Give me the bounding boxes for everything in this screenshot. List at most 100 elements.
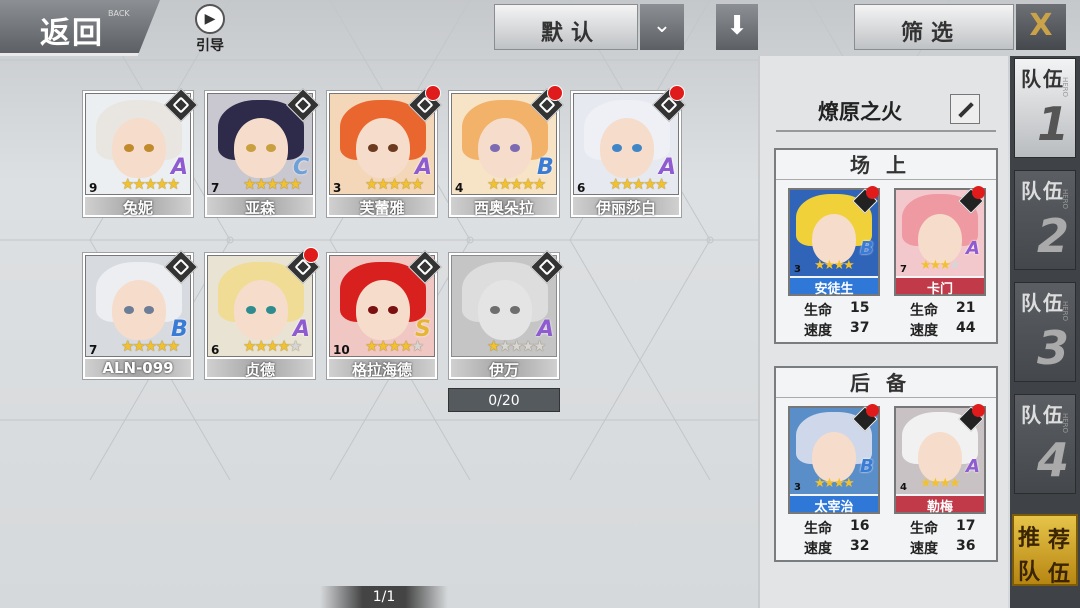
team-tab-1[interactable]: 队伍 HERO 1 <box>1014 58 1076 158</box>
member-level: 7 <box>900 264 907 275</box>
recommend-char: 伍 <box>1048 562 1071 587</box>
back-button[interactable]: 返回 BACK <box>0 0 160 56</box>
recommend-team-button[interactable]: 推荐队伍 <box>1012 514 1078 587</box>
eye-right <box>266 144 276 152</box>
alert-dot <box>669 85 685 101</box>
hp-label: 生命 <box>804 303 832 319</box>
eye-left <box>246 306 256 314</box>
face-shape <box>478 118 532 178</box>
star-rating: ★★★★★ <box>365 175 424 193</box>
eye-left <box>124 144 134 152</box>
recommend-char: 推 <box>1018 526 1041 551</box>
eye-left <box>490 144 500 152</box>
hero-name: ALN-099 <box>85 359 191 377</box>
hero-card[interactable]: C 7 ★★★★★ 亚森 <box>204 88 320 218</box>
tab-number: 1 <box>1037 97 1070 151</box>
hero-card[interactable]: A 6 ★★★★★ 伊丽莎白 <box>570 85 686 218</box>
member-level: 3 <box>794 482 801 493</box>
hero-name: 格拉海德 <box>329 359 435 379</box>
speed-value: 36 <box>956 538 976 554</box>
chevron-down-icon[interactable]: ⌄ <box>640 4 684 50</box>
team-tab-2[interactable]: 队伍 HERO 2 <box>1014 170 1076 270</box>
eye-left <box>124 306 134 314</box>
filter-button[interactable]: 筛选 <box>854 4 1014 50</box>
face-shape <box>478 280 532 340</box>
team-divider <box>776 130 996 132</box>
alert-dot <box>972 404 985 417</box>
guide-button[interactable]: ▶ 引导 <box>188 4 232 54</box>
close-button[interactable]: X <box>1016 4 1066 50</box>
eye-left <box>368 306 378 314</box>
eye-left <box>612 144 622 152</box>
member-name: 卡门 <box>896 278 984 297</box>
speed-value: 32 <box>850 538 870 554</box>
hero-card[interactable]: B 4 ★★★★★ 西奥朵拉 <box>448 85 564 218</box>
team-tab-4[interactable]: 队伍 HERO 4 <box>1014 394 1076 494</box>
grade-badge: B <box>860 456 874 477</box>
alert-dot <box>425 85 441 101</box>
hero-card[interactable]: B 7 ★★★★★ ALN-099 <box>82 250 198 380</box>
sort-dropdown[interactable]: 默认 <box>494 4 638 50</box>
hp-label: 生命 <box>910 521 938 537</box>
eye-left <box>490 306 500 314</box>
star-rating: ★★★★ <box>920 258 961 273</box>
star-rating: ★★★★★ <box>243 337 302 355</box>
class-glyph <box>416 258 434 276</box>
tab-number: 3 <box>1037 321 1070 375</box>
face-shape <box>356 118 410 178</box>
team-name: 燎原之火 <box>818 100 902 124</box>
speed-stat: 速度 36 <box>910 538 975 558</box>
hero-card[interactable]: A 9 ★★★★★ 兔妮 <box>82 88 198 218</box>
face-shape <box>812 432 856 482</box>
hero-level: 6 <box>211 343 220 357</box>
hero-level: 9 <box>89 181 98 195</box>
edit-icon[interactable] <box>950 94 980 124</box>
hero-level: 3 <box>333 181 342 195</box>
star-rating: ★★★★ <box>814 258 855 273</box>
team-member-card[interactable]: B 3 ★★★★ 安徒生 <box>788 186 880 297</box>
face-shape <box>356 280 410 340</box>
reserve-section: 后备 B 3 ★★★★ 太宰治 生命 16 速度 32 A 4 ★★★★ 勒梅 生命 17 速度 36 <box>774 366 998 562</box>
team-member-card[interactable]: A 4 ★★★★ 勒梅 <box>894 404 986 515</box>
hero-name: 兔妮 <box>85 197 191 217</box>
speed-value: 37 <box>850 320 870 336</box>
face-shape <box>600 118 654 178</box>
close-icon: X <box>1029 8 1053 43</box>
hero-card[interactable]: A 6 ★★★★★ 贞德 <box>204 247 320 380</box>
eye-right <box>510 306 520 314</box>
team-member-card[interactable]: A 7 ★★★★ 卡门 <box>894 186 986 297</box>
speed-label: 速度 <box>804 323 832 339</box>
hero-level: 7 <box>211 181 220 195</box>
hero-card[interactable]: S 10 ★★★★★ 格拉海德 <box>326 250 442 380</box>
face-shape <box>234 280 288 340</box>
hp-stat: 生命 21 <box>910 300 975 320</box>
tab-label: 队伍 <box>1021 403 1065 427</box>
hp-stat: 生命 15 <box>804 300 869 320</box>
member-name: 太宰治 <box>790 496 878 515</box>
hero-select-screen: { "topbar": { "back_label": "返回", "back_… <box>0 0 1080 608</box>
alert-dot <box>303 247 319 263</box>
tab-hero-tag: HERO <box>1061 76 1070 98</box>
tab-number: 4 <box>1037 433 1070 487</box>
hero-card[interactable]: A 3 ★★★★★ 芙蕾雅 <box>326 85 442 218</box>
member-name: 安徒生 <box>790 278 878 297</box>
tab-number: 2 <box>1037 209 1070 263</box>
eye-right <box>510 144 520 152</box>
hero-name: 芙蕾雅 <box>329 197 435 217</box>
star-rating: ★★★★ <box>814 476 855 491</box>
hp-label: 生命 <box>910 303 938 319</box>
team-tab-3[interactable]: 队伍 HERO 3 <box>1014 282 1076 382</box>
speed-label: 速度 <box>804 541 832 557</box>
recommend-char: 队 <box>1018 560 1041 585</box>
speed-value: 44 <box>956 320 976 336</box>
eye-left <box>368 144 378 152</box>
alert-dot <box>547 85 563 101</box>
hero-card[interactable]: A ★★★★★ 伊万 <box>448 250 564 380</box>
class-glyph <box>538 258 556 276</box>
play-icon: ▶ <box>195 4 225 34</box>
team-member-card[interactable]: B 3 ★★★★ 太宰治 <box>788 404 880 515</box>
eye-left <box>246 144 256 152</box>
face-shape <box>918 214 962 264</box>
sort-direction-icon[interactable]: ⬇ <box>716 4 758 50</box>
hero-level: 7 <box>89 343 98 357</box>
